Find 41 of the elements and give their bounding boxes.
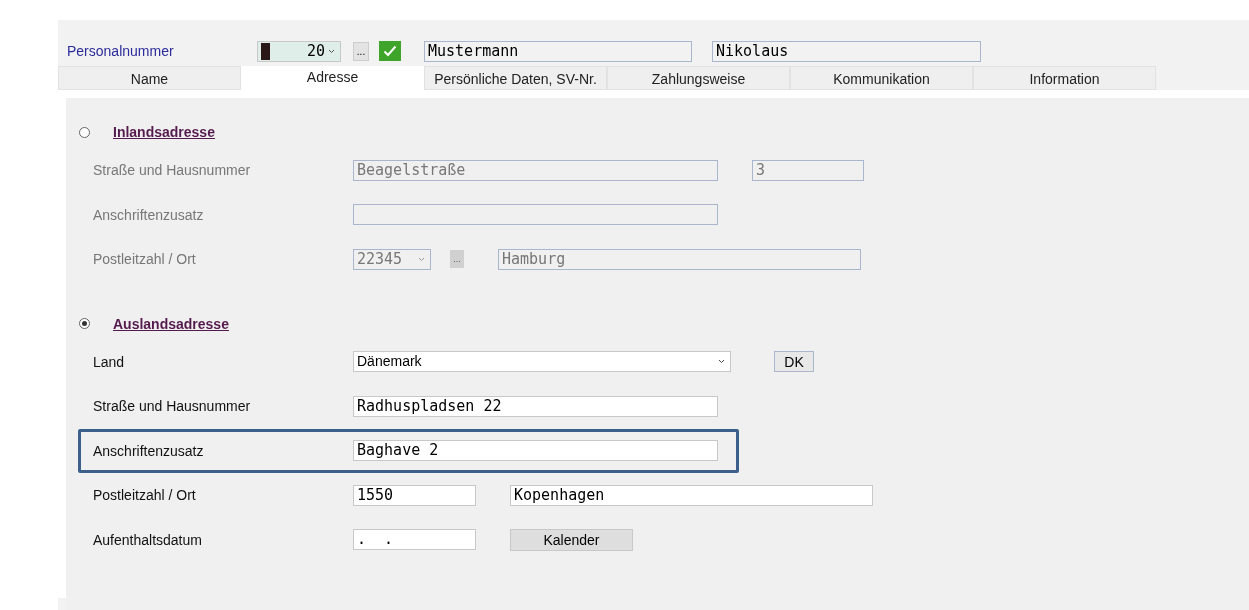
chevron-icon: [328, 48, 335, 54]
field-label: Anschriftenzusatz: [93, 442, 205, 459]
text-field[interactable]: [353, 204, 718, 226]
text-field[interactable]: Radhuspladsen 22: [353, 395, 718, 417]
field-label: Postleitzahl / Ort: [93, 487, 197, 504]
text-field[interactable]: 3: [752, 159, 864, 181]
tab[interactable]: Name: [58, 66, 241, 90]
tab[interactable]: Information: [973, 66, 1156, 90]
field-label: Straße und Hausnummer: [93, 162, 252, 179]
text-field[interactable]: . .: [353, 529, 476, 551]
field-label: Straße und Hausnummer: [93, 398, 252, 415]
text-field[interactable]: 1550: [353, 484, 476, 506]
section-title: Auslandsadresse: [113, 315, 229, 332]
field-label: Postleitzahl / Ort: [93, 251, 197, 268]
postal-code-combo[interactable]: 22345: [353, 248, 431, 270]
tab[interactable]: Adresse: [241, 66, 424, 90]
field-label: Anschriftenzusatz: [93, 206, 205, 223]
tab[interactable]: Persönliche Daten, SV-Nr.: [424, 66, 607, 90]
calendar-button[interactable]: Kalender: [510, 528, 633, 551]
radio-button[interactable]: [79, 318, 90, 329]
radio-button[interactable]: [79, 126, 90, 138]
chevron-icon: [718, 359, 725, 365]
field-label: Aufenthaltsdatum: [93, 531, 203, 548]
text-field[interactable]: Beagelstraße: [353, 159, 718, 181]
text-field[interactable]: Kopenhagen: [510, 484, 873, 506]
tab[interactable]: Kommunikation: [790, 66, 973, 90]
checkbox[interactable]: [379, 41, 401, 61]
text-field[interactable]: Baghave 2: [353, 440, 718, 462]
number-combo[interactable]: 20: [257, 40, 341, 62]
last-name-field[interactable]: Mustermann: [424, 40, 692, 62]
field-label: Personalnummer: [67, 43, 175, 59]
text-field[interactable]: Hamburg: [498, 248, 861, 270]
browse-button[interactable]: ...: [353, 41, 369, 61]
browse-button[interactable]: ...: [450, 250, 464, 269]
section-title: Inlandsadresse: [113, 124, 215, 140]
country-code-button[interactable]: DK: [774, 351, 814, 373]
tab[interactable]: Zahlungsweise: [607, 66, 790, 90]
field-label: Land: [93, 353, 126, 370]
chevron-icon: [418, 256, 425, 262]
country-dropdown[interactable]: Dänemark: [353, 351, 731, 373]
first-name-field[interactable]: Nikolaus: [712, 40, 981, 62]
